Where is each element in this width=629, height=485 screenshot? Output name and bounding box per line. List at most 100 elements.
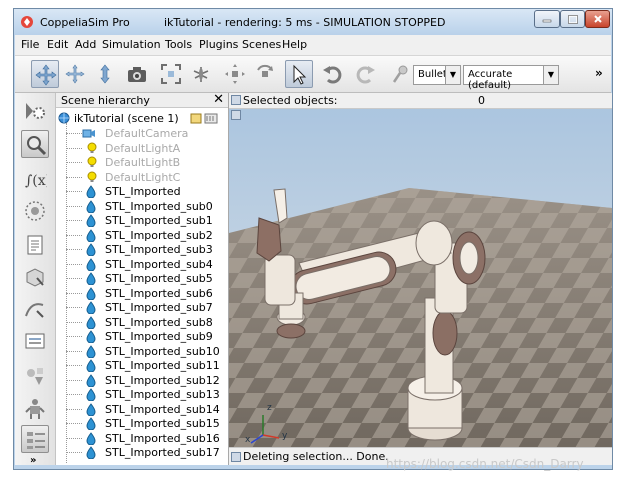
menu-tools[interactable]: Tools	[165, 38, 192, 51]
undo-button[interactable]	[319, 60, 347, 88]
hierarchy-item-label: STL_Imported_sub4	[105, 257, 213, 271]
object-shift-button[interactable]	[221, 60, 249, 88]
hierarchy-item[interactable]: STL_Imported_sub5	[56, 271, 228, 286]
hierarchy-item[interactable]: DefaultLightC	[56, 170, 228, 185]
models-button[interactable]	[21, 363, 49, 391]
hierarchy-item[interactable]: STL_Imported_sub14	[56, 402, 228, 417]
path-edit-button[interactable]	[21, 295, 49, 323]
accuracy-select[interactable]: Accurate (default) ▼	[463, 65, 559, 91]
hierarchy-item[interactable]: STL_Imported_sub17	[56, 445, 228, 460]
hierarchy-item-label: STL_Imported_sub6	[105, 286, 213, 300]
scene-hierarchy-icon	[27, 136, 47, 156]
hierarchy-item-label: STL_Imported_sub10	[105, 344, 220, 358]
menu-scenes[interactable]: Scenes	[242, 38, 281, 51]
hierarchy-item[interactable]: STL_Imported_sub0	[56, 199, 228, 214]
toolbar: Bullet ▼ Accurate (default) ▼ »	[15, 56, 611, 93]
scripts-button[interactable]	[21, 231, 49, 259]
scene-script-icon[interactable]	[190, 112, 202, 124]
sidebar-expand-button[interactable]: »	[30, 455, 36, 466]
hierarchy-item-label: DefaultCamera	[105, 127, 189, 140]
status-toggle-icon[interactable]	[231, 452, 241, 462]
hierarchy-item[interactable]: STL_Imported_sub8	[56, 315, 228, 330]
menu-file[interactable]: File	[21, 38, 39, 51]
tree-connector	[66, 423, 82, 424]
hierarchy-close-button[interactable]: ✕	[213, 93, 224, 107]
hierarchy-item[interactable]: STL_Imported_sub2	[56, 228, 228, 243]
fly-button[interactable]	[187, 60, 215, 88]
minimize-button[interactable]	[534, 10, 560, 28]
object-rotate-button[interactable]	[251, 60, 279, 88]
hierarchy-item[interactable]: STL_Imported_sub6	[56, 286, 228, 301]
maximize-button[interactable]	[560, 10, 585, 28]
3d-scene-render[interactable]	[229, 93, 612, 465]
hierarchy-item[interactable]: STL_Imported_sub11	[56, 358, 228, 373]
hierarchy-item[interactable]: STL_Imported_sub7	[56, 300, 228, 315]
fit-view-icon	[161, 64, 181, 84]
hierarchy-item[interactable]: DefaultLightA	[56, 141, 228, 156]
camera-zoom-button[interactable]	[91, 60, 119, 88]
scene-viewport[interactable]: z y x Selected objects: 0 Deleting selec…	[229, 93, 612, 465]
selected-objects-count: 0	[478, 94, 485, 107]
menu-help[interactable]: Help	[282, 38, 307, 51]
scene-hierarchy-button[interactable]	[21, 130, 49, 158]
hierarchy-item-label: STL_Imported_sub5	[105, 272, 213, 285]
hierarchy-item-label: STL_Imported_sub2	[105, 228, 213, 242]
selection-button[interactable]	[21, 327, 49, 355]
robot-icon	[25, 399, 45, 419]
screenshot-button[interactable]	[123, 60, 151, 88]
info-expand-icon[interactable]	[231, 110, 241, 120]
object-shift-icon	[225, 64, 245, 84]
close-icon	[593, 15, 602, 23]
hierarchy-item[interactable]: DefaultLightB	[56, 155, 228, 170]
close-button[interactable]	[585, 10, 610, 28]
scene-root-item[interactable]: ikTutorial (scene 1)	[56, 111, 228, 126]
scene-customization-icon[interactable]	[204, 112, 218, 124]
menu-add[interactable]: Add	[75, 38, 96, 51]
info-toggle-icon[interactable]	[231, 95, 241, 105]
toolbar-overflow-button[interactable]: »	[595, 66, 603, 80]
selected-objects-label: Selected objects:	[243, 94, 338, 107]
tree-connector	[66, 452, 82, 453]
model-browser-button[interactable]	[21, 97, 49, 125]
select-pointer-button[interactable]	[285, 60, 313, 88]
hierarchy-item-label: STL_Imported_sub13	[105, 388, 220, 401]
hierarchy-item[interactable]: STL_Imported_sub15	[56, 416, 228, 431]
hierarchy-item[interactable]: STL_Imported_sub16	[56, 431, 228, 446]
hierarchy-item[interactable]: DefaultCamera	[56, 126, 228, 141]
robot-button[interactable]	[21, 395, 49, 423]
fit-view-button[interactable]	[157, 60, 185, 88]
hierarchy-item[interactable]: STL_Imported	[56, 184, 228, 199]
physics-engine-toggle[interactable]	[387, 60, 415, 88]
hierarchy-item-label: STL_Imported_sub7	[105, 301, 213, 314]
hierarchy-item[interactable]: STL_Imported_sub12	[56, 373, 228, 388]
hierarchy-item-label: STL_Imported_sub0	[105, 199, 213, 213]
hierarchy-item[interactable]: STL_Imported_sub4	[56, 257, 228, 272]
layers-button[interactable]	[21, 425, 49, 453]
tree-connector	[66, 365, 82, 366]
hierarchy-item[interactable]: STL_Imported_sub9	[56, 329, 228, 344]
calculation-modules-button[interactable]: ∫(x)	[21, 165, 49, 193]
select-pointer-icon	[293, 64, 307, 85]
collections-button[interactable]	[21, 197, 49, 225]
hierarchy-item-label: DefaultLightB	[105, 156, 181, 169]
axis-label-x: x	[245, 435, 251, 445]
left-toolbar: ∫(x)	[15, 93, 56, 466]
camera-pan-button[interactable]	[31, 60, 59, 88]
hierarchy-item[interactable]: STL_Imported_sub10	[56, 344, 228, 359]
hierarchy-item-label: STL_Imported_sub1	[105, 214, 213, 227]
tree-connector	[66, 205, 82, 207]
title-bar[interactable]: CoppeliaSim Pro ikTutorial - rendering: …	[14, 9, 612, 35]
menu-simulation[interactable]: Simulation	[102, 38, 161, 51]
hierarchy-item[interactable]: STL_Imported_sub3	[56, 242, 228, 257]
menu-edit[interactable]: Edit	[47, 38, 68, 51]
hierarchy-item[interactable]: STL_Imported_sub1	[56, 213, 228, 228]
tree-connector	[66, 408, 82, 410]
camera-rotate-button[interactable]	[61, 60, 89, 88]
engine-select[interactable]: Bullet ▼	[413, 65, 461, 85]
menu-plugins[interactable]: Plugins	[199, 38, 238, 51]
redo-button[interactable]	[351, 60, 379, 88]
axis-label-y: y	[282, 431, 288, 441]
hierarchy-item[interactable]: STL_Imported_sub13	[56, 387, 228, 402]
shape-edit-button[interactable]	[21, 263, 49, 291]
collections-icon	[25, 201, 45, 221]
